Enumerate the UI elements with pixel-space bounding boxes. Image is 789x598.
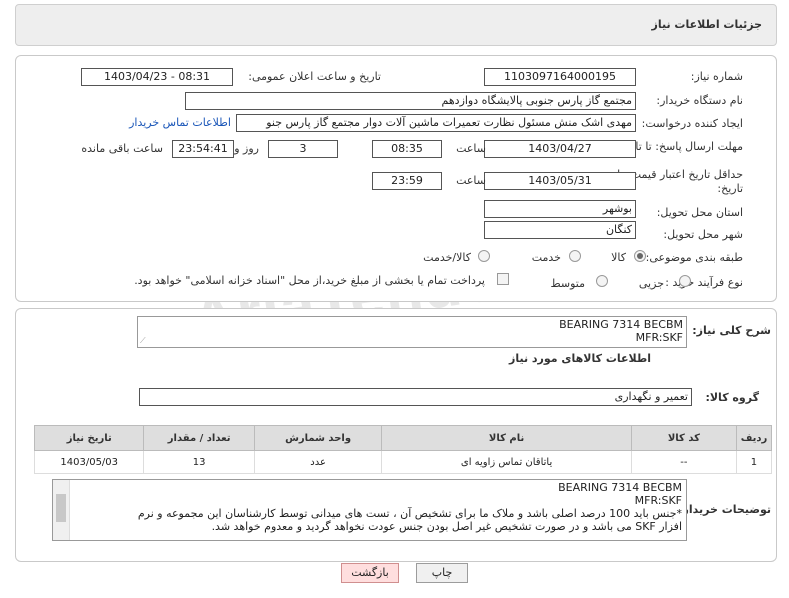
- announce-datetime-field[interactable]: 1403/04/23 - 08:31: [81, 68, 233, 86]
- province-label: استان محل تحویل:: [656, 206, 743, 219]
- summary-textarea[interactable]: BEARING 7314 BECBM MFR:SKF ⟋: [137, 316, 687, 348]
- need-number-field[interactable]: 1103097164000195: [484, 68, 636, 86]
- col-item-code: کد کالا: [630, 425, 737, 451]
- city-field[interactable]: کنگان: [484, 221, 636, 239]
- need-number-label: شماره نیاز:: [690, 70, 743, 83]
- category-option-both: کالا/خدمت: [423, 251, 471, 264]
- price-validity-date[interactable]: 1403/05/31: [484, 172, 636, 190]
- city-label: شهر محل تحویل:: [663, 228, 743, 241]
- price-validity-time[interactable]: 23:59: [372, 172, 442, 190]
- category-label: طبقه بندی موضوعی:: [645, 251, 743, 264]
- buyer-org-field[interactable]: مجتمع گاز پارس جنوبی پالایشگاه دوازدهم: [185, 92, 636, 110]
- purchase-radio-medium[interactable]: [596, 275, 608, 287]
- goods-table-header: ردیف کد کالا نام کالا واحد شمارش تعداد /…: [33, 425, 773, 451]
- category-radio-both[interactable]: [478, 250, 490, 262]
- category-option-goods: کالا: [611, 251, 626, 264]
- province-field[interactable]: بوشهر: [484, 200, 636, 218]
- page-header: جزئیات اطلاعات نیاز: [15, 4, 777, 46]
- buyer-notes-textarea[interactable]: BEARING 7314 BECBM MFR:SKF *جنس باید 100…: [52, 479, 687, 541]
- requester-label: ایجاد کننده درخواست:: [641, 117, 743, 130]
- notes-scrollbar[interactable]: [53, 480, 70, 540]
- col-row-number: ردیف: [735, 425, 773, 451]
- purchase-option-minor: جزیی: [638, 277, 664, 290]
- remaining-label: ساعت باقی مانده: [81, 142, 163, 155]
- goods-group-label: گروه کالا:: [705, 391, 759, 404]
- remaining-time-field[interactable]: 23:54:41: [172, 140, 234, 158]
- reply-deadline-date[interactable]: 1403/04/27: [484, 140, 636, 158]
- category-option-service: خدمت: [531, 251, 561, 264]
- notes-line-1: BEARING 7314 BECBM: [558, 481, 682, 494]
- scrollbar-thumb[interactable]: [56, 494, 66, 522]
- treasury-note: پرداخت تمام یا بخشی از مبلغ خرید،از محل …: [134, 274, 485, 287]
- back-button[interactable]: بازگشت: [341, 563, 399, 583]
- buyer-org-label: نام دستگاه خریدار:: [656, 94, 743, 107]
- cell-unit: عدد: [253, 450, 383, 474]
- purchase-option-medium: متوسط: [550, 277, 585, 290]
- page-title: جزئیات اطلاعات نیاز: [651, 18, 763, 31]
- treasury-checkbox[interactable]: [497, 273, 509, 285]
- category-radio-goods[interactable]: [634, 250, 646, 262]
- goods-table: ردیف کد کالا نام کالا واحد شمارش تعداد /…: [33, 425, 773, 474]
- cell-quantity: 13: [143, 450, 255, 474]
- col-quantity: تعداد / مقدار: [143, 425, 255, 451]
- cell-need-date: 1403/05/03: [33, 450, 145, 474]
- summary-line-1: BEARING 7314 BECBM: [559, 318, 683, 331]
- purchase-radio-minor[interactable]: [679, 275, 691, 287]
- col-need-date: تاریخ نیاز: [33, 425, 145, 451]
- goods-info-title: اطلاعات کالاهای مورد نیاز: [509, 352, 651, 365]
- purchase-type-label: نوع فرآیند خرید :: [665, 276, 743, 289]
- notes-line-2: MFR:SKF: [634, 494, 682, 507]
- resize-handle-icon[interactable]: ⟋: [140, 336, 146, 346]
- reply-deadline-time-label: ساعت: [456, 142, 486, 155]
- reply-days-field[interactable]: 3: [268, 140, 338, 158]
- cell-item-name: یاتاقان تماس زاویه ای: [381, 450, 632, 474]
- notes-line-3: *جنس باید 100 درصد اصلی باشد و ملاک ما ب…: [137, 507, 682, 520]
- print-button[interactable]: چاپ: [416, 563, 468, 583]
- table-row[interactable]: 1 -- یاتاقان تماس زاویه ای عدد 13 1403/0…: [33, 450, 773, 474]
- announce-datetime-label: تاریخ و ساعت اعلان عمومی:: [248, 70, 381, 83]
- summary-label: شرح کلی نیاز:: [692, 324, 771, 337]
- price-validity-time-label: ساعت: [456, 174, 486, 187]
- cell-row-number: 1: [735, 450, 773, 474]
- buyer-notes-label: توضیحات خریدار:: [678, 503, 771, 516]
- col-item-name: نام کالا: [381, 425, 632, 451]
- reply-deadline-time[interactable]: 08:35: [372, 140, 442, 158]
- notes-line-4: افزار SKF می باشد و در صورت تشخیص غیر اص…: [211, 520, 682, 533]
- buyer-contact-link[interactable]: اطلاعات تماس خریدار: [129, 116, 231, 129]
- col-unit: واحد شمارش: [253, 425, 383, 451]
- category-radio-service[interactable]: [569, 250, 581, 262]
- summary-line-2: MFR:SKF: [635, 331, 683, 344]
- requester-field[interactable]: مهدی اشک منش مسئول نظارت تعمیرات ماشین آ…: [236, 114, 636, 132]
- cell-item-code: --: [630, 450, 737, 474]
- days-label: روز و: [234, 142, 259, 155]
- goods-group-field[interactable]: تعمیر و نگهداری: [139, 388, 692, 406]
